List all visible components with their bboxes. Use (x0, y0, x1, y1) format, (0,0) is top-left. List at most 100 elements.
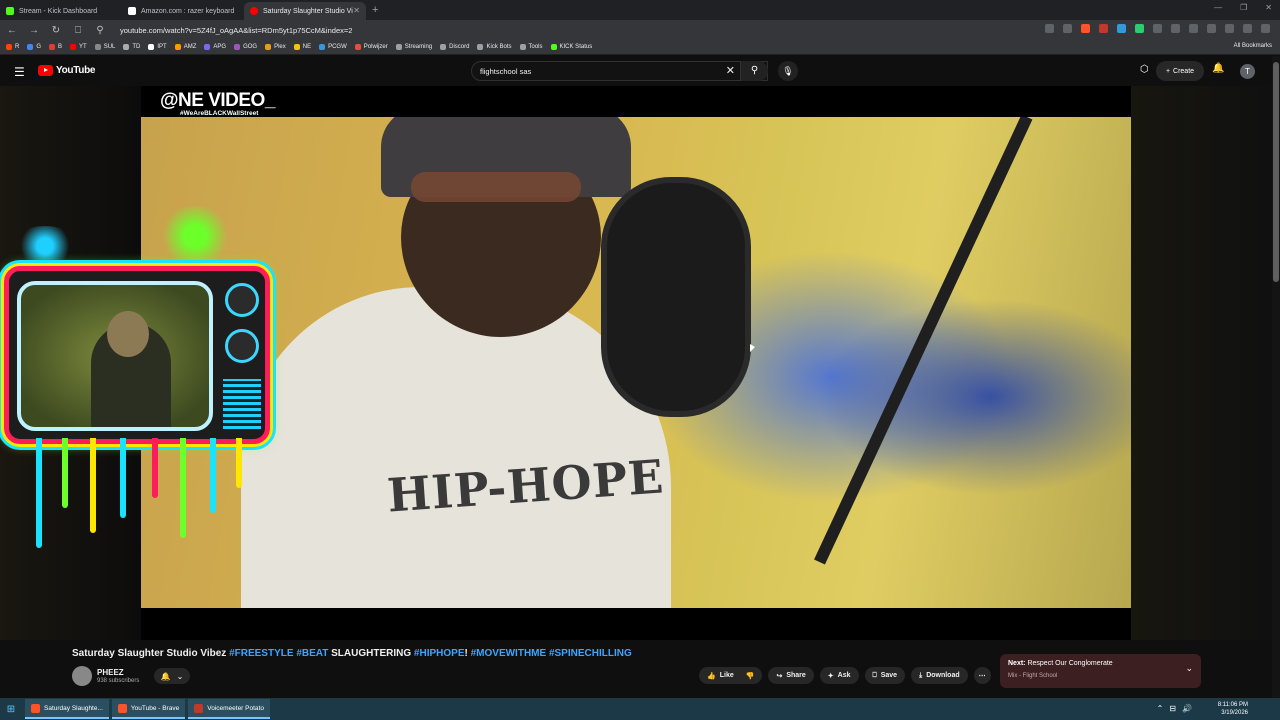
extensions-puzzle-icon[interactable] (1171, 24, 1180, 33)
browser-tab-amazon[interactable]: Amazon.com : razer keyboard (122, 2, 244, 20)
leo-icon[interactable] (1243, 24, 1252, 33)
site-info-icon[interactable]: ⚲ (94, 25, 106, 36)
youtube-favicon-icon (250, 7, 258, 15)
taskbar-item-brave[interactable]: YouTube - Brave (111, 699, 186, 719)
hashtag-link[interactable]: #MOVEWITHME #SPINECHILLING (471, 648, 632, 659)
extension-icon[interactable] (1063, 24, 1072, 33)
chevron-down-icon[interactable]: ⌄ (1185, 663, 1193, 674)
bookmark-label: R (15, 44, 20, 50)
bookmark-label: YT (79, 44, 87, 50)
hashtag-link[interactable]: #HIPHOPE (414, 648, 465, 659)
bookmark-item[interactable]: APG (204, 44, 226, 50)
all-bookmarks-button[interactable]: All Bookmarks (1234, 43, 1272, 49)
download-icon: ⤓ (919, 671, 923, 679)
bookmark-favicon-icon (123, 44, 130, 50)
youtube-logo[interactable]: YouTube (38, 65, 96, 76)
channel-avatar[interactable] (72, 666, 92, 686)
volume-icon[interactable]: 🔊 (1182, 704, 1192, 713)
bookmark-item[interactable]: G (27, 44, 41, 50)
like-label: Like (719, 672, 734, 679)
media-icon[interactable] (1207, 24, 1216, 33)
subscription-bell-button[interactable]: 🔔 ⌄ (154, 668, 190, 684)
bookmark-item[interactable]: PCGW (319, 44, 347, 50)
clock[interactable]: 8:11:06 PM 3/19/2026 (1218, 701, 1248, 717)
bookmark-item[interactable]: Discord (440, 44, 469, 50)
wallet-icon[interactable] (1225, 24, 1234, 33)
browser-tab-kick[interactable]: Stream - Kick Dashboard (0, 2, 122, 20)
bookmark-item[interactable]: NE (293, 44, 311, 50)
forward-icon[interactable]: → (28, 25, 40, 36)
hashtag-link[interactable]: #FREESTYLE #BEAT (229, 648, 328, 659)
bookmark-item[interactable]: GOG (234, 44, 257, 50)
bookmark-favicon-icon (94, 44, 101, 50)
chevron-up-icon[interactable]: ⌃ (1157, 704, 1164, 713)
extension-icon[interactable] (1117, 24, 1126, 33)
address-bar: ← → ↻ ⎕ ⚲ youtube.com/watch?v=5Z4fJ_oAgA… (0, 20, 1280, 40)
taskbar-item-brave-youtube[interactable]: Saturday Slaughte... (25, 699, 109, 719)
page-scrollbar[interactable] (1272, 56, 1280, 698)
hamburger-menu-icon[interactable]: ☰ (14, 65, 25, 79)
brave-shields-icon[interactable] (1081, 24, 1090, 33)
browser-tab-youtube[interactable]: Saturday Slaughter Studio Vi ✕ (244, 2, 366, 20)
search-input[interactable]: flightschool sas (480, 67, 531, 76)
download-button[interactable]: ⤓ Download (911, 667, 968, 684)
minimize-icon[interactable]: — (1214, 3, 1222, 12)
more-actions-button[interactable]: ⋯ (973, 667, 991, 684)
bookmark-icon: ⎕ (872, 671, 877, 679)
bookmark-item[interactable]: Kick Bots (477, 44, 512, 50)
bookmark-item[interactable]: Streaming (395, 44, 432, 50)
bookmark-item[interactable]: Polwijzer (354, 44, 388, 50)
bookmark-item[interactable]: R (6, 44, 19, 50)
bookmark-item[interactable]: Plex (265, 44, 286, 50)
bookmark-page-icon[interactable]: ⎕ (72, 25, 84, 36)
dislike-icon[interactable]: 👎 (746, 672, 755, 680)
bookmark-item[interactable]: KICK Status (550, 44, 592, 50)
next-up-card[interactable]: Next: Respect Our Conglomerate Mix - Fli… (1000, 654, 1201, 688)
clear-search-icon[interactable]: ✕ (726, 64, 735, 77)
tab-close-icon[interactable]: ✕ (353, 6, 360, 15)
channel-name[interactable]: PHEEZ (97, 668, 124, 677)
bookmark-item[interactable]: AMZ (174, 44, 196, 50)
bookmark-item[interactable]: B (49, 44, 62, 50)
maximize-icon[interactable]: ❐ (1240, 3, 1247, 12)
share-button[interactable]: ↪ Share (768, 667, 814, 684)
bookmark-item[interactable]: Tools (519, 44, 543, 50)
network-icon[interactable]: ⊟ (1169, 704, 1176, 713)
ask-button[interactable]: ✦ Ask (819, 667, 859, 684)
youtube-play-logo-icon (38, 65, 53, 76)
cast-icon[interactable]: ⬡ (1140, 64, 1149, 75)
back-icon[interactable]: ← (6, 25, 18, 36)
search-box[interactable]: flightschool sas ✕ (471, 61, 768, 81)
menu-icon[interactable] (1261, 24, 1270, 33)
like-button[interactable]: 👍 Like 👎 (699, 667, 763, 684)
windows-start-icon[interactable]: ⊞ (0, 698, 22, 720)
search-button[interactable]: ⚲ (740, 61, 768, 81)
extension-icon[interactable] (1045, 24, 1054, 33)
video-player[interactable]: HIP-HOPE @NE VIDEO_ #WeAreBLACKWallStree… (0, 86, 1272, 640)
extension-icon[interactable] (1135, 24, 1144, 33)
bookmark-item[interactable]: SUL (94, 44, 115, 50)
account-avatar[interactable]: T (1240, 64, 1255, 79)
notifications-bell-icon[interactable]: 🔔 (1212, 63, 1224, 74)
bookmark-item[interactable]: YT (70, 44, 87, 50)
sidebar-icon[interactable] (1189, 24, 1198, 33)
bookmark-item[interactable]: IPT (148, 44, 167, 50)
voicemeeter-icon (194, 703, 204, 713)
share-icon: ↪ (776, 672, 783, 680)
bookmark-label: B (58, 44, 63, 50)
voice-search-button[interactable]: 🎙 (778, 61, 798, 81)
save-button[interactable]: ⎕ Save (864, 667, 906, 684)
new-tab-button[interactable]: + (372, 4, 378, 16)
create-button[interactable]: + Create (1156, 61, 1204, 81)
url-field[interactable]: youtube.com/watch?v=5Z4fJ_oAgAA&list=RDm… (120, 26, 352, 35)
close-window-icon[interactable]: ✕ (1265, 3, 1272, 12)
webcam-tv-overlay (4, 266, 270, 444)
extension-icon[interactable] (1099, 24, 1108, 33)
taskbar-item-voicemeeter[interactable]: Voicemeeter Potato (188, 699, 270, 719)
bookmark-favicon-icon (519, 44, 526, 50)
scrollbar-thumb[interactable] (1273, 62, 1279, 282)
bookmark-item[interactable]: TD (123, 44, 140, 50)
extension-icon[interactable] (1153, 24, 1162, 33)
reload-icon[interactable]: ↻ (50, 25, 62, 36)
bookmark-favicon-icon (27, 44, 34, 50)
